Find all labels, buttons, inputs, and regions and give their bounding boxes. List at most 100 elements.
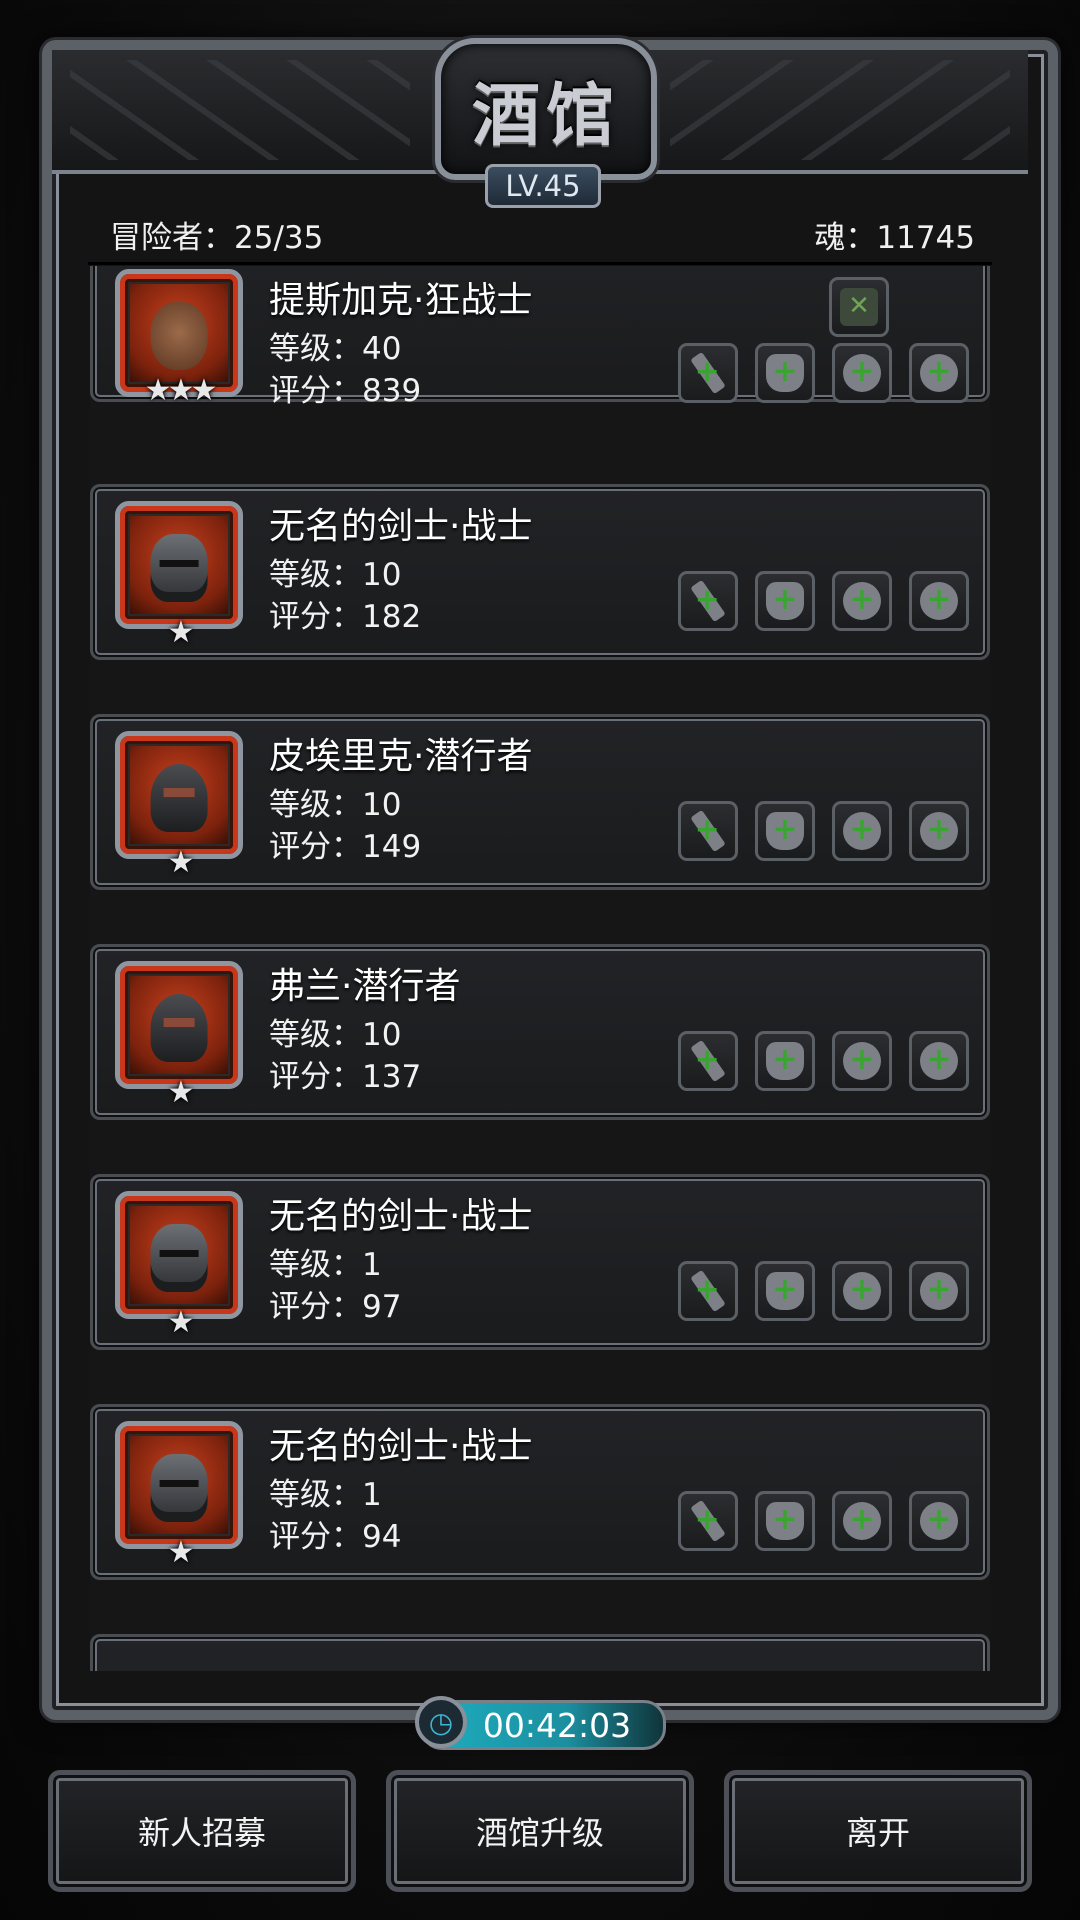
ring-icon xyxy=(920,582,958,620)
equipment-slots xyxy=(678,1261,969,1321)
hero-portrait[interactable] xyxy=(115,501,243,629)
hero-score: 评分：97 xyxy=(269,1289,402,1325)
weapon-icon xyxy=(690,1499,726,1543)
divider xyxy=(88,262,992,265)
weapon-slot[interactable] xyxy=(678,343,738,403)
ring-icon xyxy=(843,354,881,392)
chain-decoration-left xyxy=(70,60,410,160)
armor-slot[interactable] xyxy=(755,1261,815,1321)
ring-icon xyxy=(843,1502,881,1540)
hood-icon xyxy=(150,993,208,1063)
hero-card[interactable]: ★ 无名的剑士·战士 等级：10 评分：182 xyxy=(90,484,990,660)
hero-card[interactable]: ★★★ 提斯加克·狂战士 等级：40 评分：839 xyxy=(90,266,990,409)
equipment-slots xyxy=(678,571,969,631)
helm-icon xyxy=(150,1453,208,1523)
ring-slot[interactable] xyxy=(909,801,969,861)
weapon-icon xyxy=(690,1269,726,1313)
upgrade-tavern-button[interactable]: 酒馆升级 xyxy=(386,1770,694,1892)
star-rating: ★ xyxy=(167,615,195,650)
ring-slot[interactable] xyxy=(909,1261,969,1321)
hero-card[interactable]: ★ 皮埃里克·潜行者 等级：10 评分：149 xyxy=(90,714,990,890)
armor-slot[interactable] xyxy=(755,1031,815,1091)
weapon-slot[interactable] xyxy=(678,571,738,631)
title-plate: 酒馆 xyxy=(435,38,657,180)
equipment-slots xyxy=(678,1031,969,1091)
clock-icon: ◷ xyxy=(415,1696,467,1748)
timer-bar: ◷ 00:42:03 xyxy=(415,1696,666,1750)
hero-name: 提斯加克·狂战士 xyxy=(269,280,533,321)
hero-level: 等级：1 xyxy=(269,1247,382,1283)
armor-icon xyxy=(766,354,804,392)
ring-icon xyxy=(843,1042,881,1080)
weapon-slot[interactable] xyxy=(678,1491,738,1551)
hero-portrait[interactable] xyxy=(115,731,243,859)
helm-icon xyxy=(150,1223,208,1293)
adventurer-count: 冒险者：25/35 xyxy=(110,220,324,256)
hero-name: 皮埃里克·潜行者 xyxy=(269,736,533,777)
ring-slot[interactable] xyxy=(832,571,892,631)
hero-card[interactable]: ★ 无名的剑士·战士 等级：1 评分：94 xyxy=(90,1404,990,1580)
star-rating: ★★★ xyxy=(144,373,218,408)
armor-slot[interactable] xyxy=(755,343,815,403)
hero-portrait[interactable] xyxy=(115,1191,243,1319)
ring-slot[interactable] xyxy=(832,343,892,403)
ring-icon xyxy=(843,1272,881,1310)
hero-score: 评分：182 xyxy=(269,599,422,635)
equipment-slots xyxy=(678,801,969,861)
weapon-slot[interactable] xyxy=(678,801,738,861)
hero-card[interactable] xyxy=(90,1634,990,1671)
weapon-icon xyxy=(690,809,726,853)
skill-slot[interactable] xyxy=(829,277,889,337)
skill-icon xyxy=(840,288,878,326)
armor-slot[interactable] xyxy=(755,1491,815,1551)
hero-card[interactable]: ★ 弗兰·潜行者 等级：10 评分：137 xyxy=(90,944,990,1120)
armor-icon xyxy=(766,812,804,850)
hero-card[interactable]: ★ 无名的剑士·战士 等级：1 评分：97 xyxy=(90,1174,990,1350)
hero-score: 评分：149 xyxy=(269,829,422,865)
ring-slot[interactable] xyxy=(909,343,969,403)
hero-score: 评分：839 xyxy=(269,373,422,409)
timer-text: 00:42:03 xyxy=(482,1705,632,1745)
page-title: 酒馆 xyxy=(471,75,620,156)
ring-slot[interactable] xyxy=(909,571,969,631)
leave-button[interactable]: 离开 xyxy=(724,1770,1032,1892)
recruit-button[interactable]: 新人招募 xyxy=(48,1770,356,1892)
chain-decoration-right xyxy=(670,60,1010,160)
star-rating: ★ xyxy=(167,845,195,880)
ring-slot[interactable] xyxy=(832,1261,892,1321)
hero-name: 弗兰·潜行者 xyxy=(269,966,461,1007)
ring-slot[interactable] xyxy=(909,1491,969,1551)
star-rating: ★ xyxy=(167,1305,195,1340)
ring-icon xyxy=(843,812,881,850)
equipment-slots xyxy=(678,343,969,403)
ring-slot[interactable] xyxy=(909,1031,969,1091)
ring-slot[interactable] xyxy=(832,1491,892,1551)
hero-portrait[interactable] xyxy=(115,1421,243,1549)
armor-slot[interactable] xyxy=(755,571,815,631)
helm-icon xyxy=(150,533,208,603)
hood-icon xyxy=(150,763,208,833)
ring-slot[interactable] xyxy=(832,801,892,861)
hero-level: 等级：1 xyxy=(269,1477,382,1513)
hero-level: 等级：10 xyxy=(269,1017,402,1053)
hero-name: 无名的剑士·战士 xyxy=(269,1426,533,1467)
hero-level: 等级：10 xyxy=(269,557,402,593)
ring-icon xyxy=(920,1502,958,1540)
hero-level: 等级：40 xyxy=(269,331,402,367)
weapon-icon xyxy=(690,351,726,395)
brute-icon xyxy=(150,301,208,371)
ring-slot[interactable] xyxy=(832,1031,892,1091)
hero-level: 等级：10 xyxy=(269,787,402,823)
hero-portrait[interactable] xyxy=(115,961,243,1089)
hero-list[interactable]: ★★★ 提斯加克·狂战士 等级：40 评分：839 ★ 无名的剑士·战士 等级：… xyxy=(90,266,990,1671)
weapon-slot[interactable] xyxy=(678,1261,738,1321)
equipment-slots xyxy=(678,1491,969,1551)
armor-icon xyxy=(766,1042,804,1080)
ring-icon xyxy=(920,354,958,392)
weapon-slot[interactable] xyxy=(678,1031,738,1091)
armor-slot[interactable] xyxy=(755,801,815,861)
ring-icon xyxy=(920,812,958,850)
soul-count: 魂：11745 xyxy=(814,220,975,256)
weapon-icon xyxy=(690,579,726,623)
tavern-level-badge: LV.45 xyxy=(485,164,601,208)
